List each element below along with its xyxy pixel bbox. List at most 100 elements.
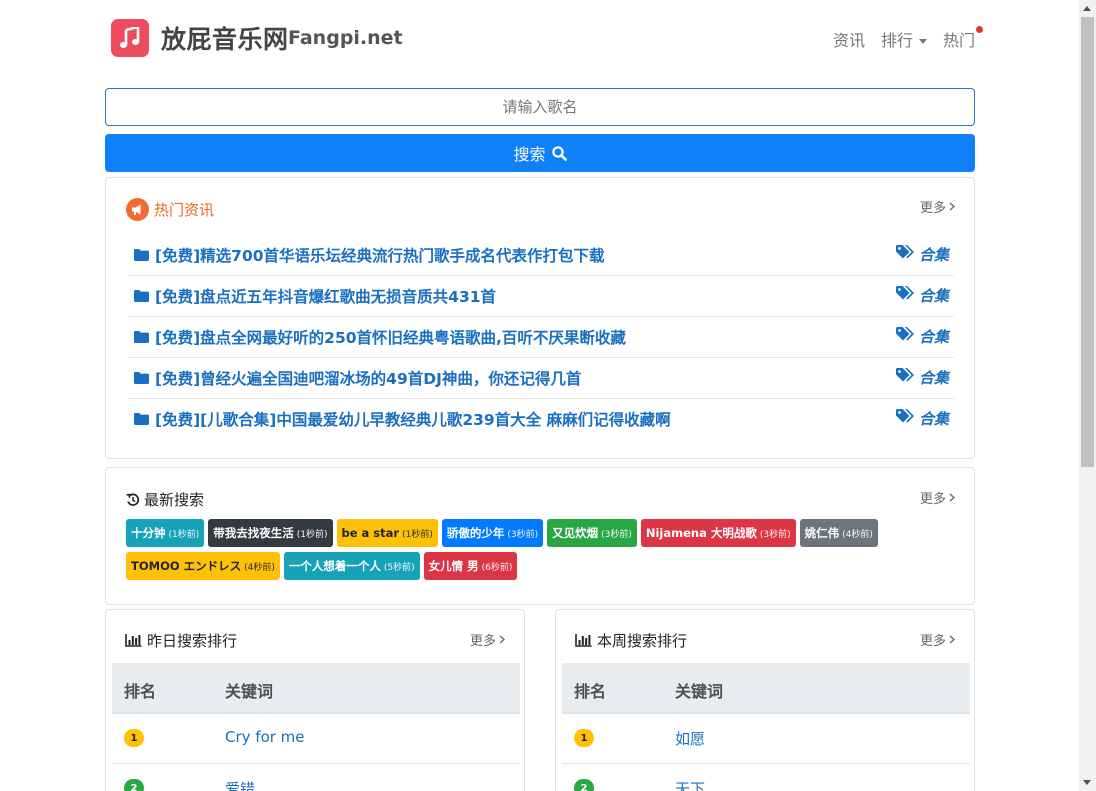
badge-text: Nijamena 大明战歌: [645, 526, 757, 540]
yesterday-rank-heading: 昨日搜索排行: [125, 630, 237, 651]
folder-icon: [134, 410, 149, 429]
keyword-link[interactable]: 爱错: [225, 778, 255, 791]
scrollbar-thumb[interactable]: [1081, 17, 1094, 467]
keyword-link[interactable]: 如愿: [675, 728, 705, 749]
list-item: [免费][儿歌合集]中国最爱幼儿早教经典儿歌239首大全 麻麻们记得收藏啊 合集: [128, 399, 954, 439]
search-badge[interactable]: Nijamena 大明战歌 (3秒前): [640, 519, 796, 547]
scroll-up-arrow-icon[interactable]: [1083, 6, 1091, 11]
bar-chart-icon: [125, 634, 142, 647]
column-rank: 排名: [574, 682, 607, 701]
chevron-right-icon: [499, 635, 506, 644]
tags-icon: [895, 368, 915, 387]
badge-time: (1秒前): [296, 529, 328, 540]
table-header: 排名 关键词: [112, 663, 520, 714]
keyword-link[interactable]: 天下: [675, 778, 705, 791]
more-label: 更多: [920, 201, 947, 216]
news-link[interactable]: [免费][儿歌合集]中国最爱幼儿早教经典儿歌239首大全 麻麻们记得收藏啊: [155, 408, 671, 430]
site-domain[interactable]: Fangpi.net: [288, 27, 403, 49]
latest-search-title: 最新搜索: [144, 491, 205, 509]
search-badge[interactable]: 女儿情 男 (6秒前): [423, 552, 518, 580]
search-badge[interactable]: 一个人想着一个人 (5秒前): [283, 552, 420, 580]
badge-time: (4秒前): [842, 529, 873, 540]
collection-tag[interactable]: 合集: [895, 408, 949, 429]
search-badge[interactable]: 十分钟 (1秒前): [126, 519, 205, 547]
tag-label: 合集: [918, 328, 949, 346]
table-row: 1 Cry for me: [112, 714, 520, 764]
nav-news[interactable]: 资讯: [833, 27, 865, 51]
nav-rank-label: 排行: [880, 31, 913, 50]
search-badge[interactable]: 带我去找夜生活 (1秒前): [208, 519, 333, 547]
search-button[interactable]: 搜索: [105, 134, 975, 172]
site-brand[interactable]: 放屁音乐网: [161, 20, 289, 56]
search-badge[interactable]: TOMOO エンドレス (4秒前): [126, 552, 280, 580]
history-icon: [126, 493, 140, 506]
nav-hot[interactable]: 热门: [943, 26, 983, 51]
keyword-link[interactable]: Cry for me: [225, 728, 305, 746]
latest-search-more-link[interactable]: 更多: [920, 488, 956, 507]
search-badge[interactable]: 姚仁伟 (4秒前): [799, 519, 878, 547]
week-rank-heading: 本周搜索排行: [575, 630, 687, 651]
news-link[interactable]: [免费]曾经火遍全国迪吧溜冰场的49首DJ神曲，你还记得几首: [155, 367, 581, 389]
megaphone-icon: [126, 198, 149, 221]
hot-news-card: 热门资讯 更多 [免费]精选700首华语乐坛经典流行热门歌手成名代表作打包下载合…: [105, 177, 975, 459]
badge-text: 十分钟: [131, 526, 166, 540]
badge-time: (5秒前): [383, 562, 415, 573]
column-keyword: 关键词: [225, 682, 274, 701]
column-rank: 排名: [124, 682, 157, 701]
chevron-right-icon: [949, 635, 956, 644]
hot-news-more-link[interactable]: 更多: [920, 197, 956, 216]
week-rank-title: 本周搜索排行: [597, 632, 688, 650]
badge-time: (3秒前): [601, 529, 632, 540]
badge-text: 姚仁伟: [804, 526, 840, 540]
badge-text: 女儿情 男: [428, 559, 479, 573]
more-label: 更多: [920, 492, 947, 507]
week-rank-more-link[interactable]: 更多: [920, 630, 956, 649]
collection-tag[interactable]: 合集: [895, 244, 949, 265]
week-rank-card: 本周搜索排行 更多 排名 关键词 1 如愿 2 天下: [555, 609, 975, 791]
badge-time: (3秒前): [507, 529, 539, 540]
caret-down-icon: [918, 39, 927, 44]
tags-icon: [895, 245, 915, 264]
folder-icon: [134, 246, 149, 265]
hot-news-list: [免费]精选700首华语乐坛经典流行热门歌手成名代表作打包下载 合集 [免费]盘点近…: [128, 235, 954, 439]
rank-badge: 2: [574, 779, 594, 791]
yesterday-rank-more-link[interactable]: 更多: [470, 630, 506, 649]
table-row: 2 天下: [562, 764, 970, 791]
chevron-right-icon: [949, 493, 956, 502]
collection-tag[interactable]: 合集: [895, 367, 949, 388]
latest-search-badges: 十分钟 (1秒前) 带我去找夜生活 (1秒前) be a star (1秒前) 骄傲的少年(…: [126, 519, 946, 580]
table-row: 2 爱错: [112, 764, 520, 791]
news-link[interactable]: [免费]盘点全网最好听的250首怀旧经典粤语歌曲,百听不厌果断收藏: [155, 326, 626, 348]
nav-rank-dropdown[interactable]: 排行: [881, 27, 927, 51]
news-link[interactable]: [免费]精选700首华语乐坛经典流行热门歌手成名代表作打包下载: [155, 244, 605, 266]
table-header: 排名 关键词: [562, 663, 970, 714]
music-note-icon[interactable]: [111, 19, 149, 57]
search-badge[interactable]: 骄傲的少年 (3秒前): [441, 519, 544, 547]
tag-label: 合集: [918, 246, 949, 264]
rank-badge: 1: [574, 729, 594, 747]
table-row: 1 如愿: [562, 714, 970, 764]
bar-chart-icon: [575, 634, 592, 647]
page-scrollbar[interactable]: [1079, 0, 1096, 791]
hot-news-title: 热门资讯: [154, 201, 215, 219]
badge-time: (3秒前): [759, 529, 791, 540]
search-badge[interactable]: be a star (1秒前): [336, 519, 438, 547]
badge-text: 骄傲的少年: [446, 526, 505, 540]
collection-tag[interactable]: 合集: [895, 285, 949, 306]
column-keyword: 关键词: [675, 682, 724, 701]
search-badge[interactable]: 又见炊烟 (3秒前): [547, 519, 637, 547]
scroll-down-arrow-icon[interactable]: [1083, 780, 1091, 785]
collection-tag[interactable]: 合集: [895, 326, 949, 347]
tag-label: 合集: [918, 369, 949, 387]
folder-icon: [134, 328, 149, 347]
news-link[interactable]: [免费]盘点近五年抖音爆红歌曲无损音质共431首: [155, 285, 496, 307]
song-search-input[interactable]: [105, 88, 975, 126]
tags-icon: [895, 409, 915, 428]
tags-icon: [895, 286, 915, 305]
more-label: 更多: [470, 634, 497, 649]
page: 放屁音乐网 Fangpi.net 资讯 排行 热门 搜索 热门资讯 更多: [0, 0, 1079, 791]
site-header: 放屁音乐网 Fangpi.net 资讯 排行 热门: [105, 0, 983, 78]
badge-text: be a star: [341, 526, 400, 540]
tag-label: 合集: [918, 410, 949, 428]
search-icon: [551, 145, 567, 161]
